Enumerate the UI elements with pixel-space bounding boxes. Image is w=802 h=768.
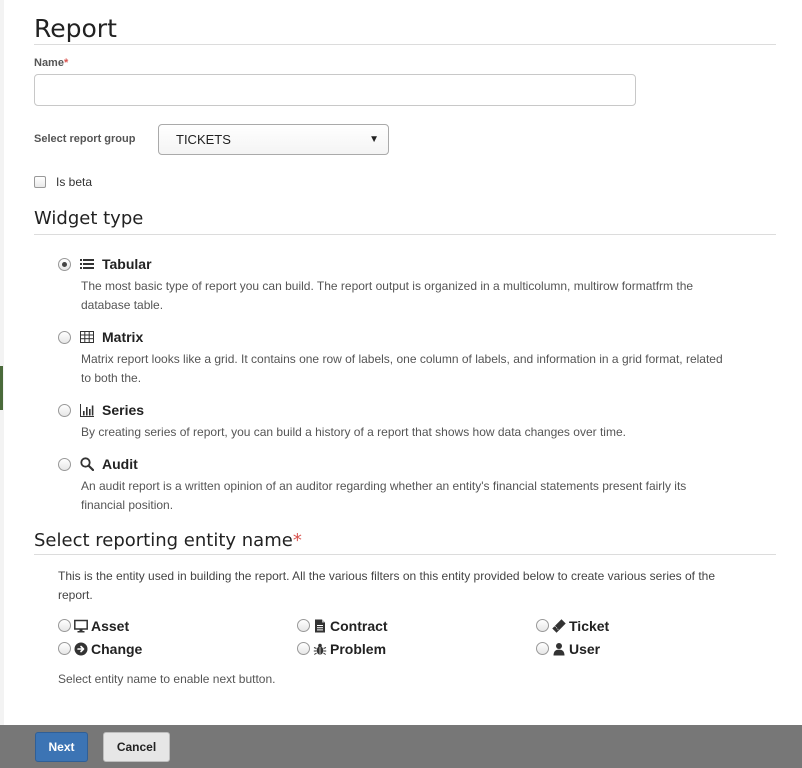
- is-beta-checkbox[interactable]: [34, 176, 46, 188]
- entity-radio-ticket[interactable]: [536, 619, 549, 632]
- widget-label-tabular: Tabular: [102, 256, 152, 272]
- widget-radio-series[interactable]: [58, 403, 71, 417]
- entity-label-problem: Problem: [330, 640, 387, 657]
- widget-label-matrix: Matrix: [102, 329, 144, 345]
- entity-radio-contract[interactable]: [297, 619, 310, 632]
- entity-radio-user[interactable]: [536, 642, 549, 655]
- widget-option-tabular: Tabular The most basic type of report yo…: [58, 254, 776, 315]
- entity-option-contract[interactable]: Contract: [297, 616, 536, 635]
- report-form: Report Name* Select report group TICKETS…: [34, 0, 776, 686]
- widget-type-divider: [34, 234, 776, 235]
- widget-radio-matrix[interactable]: [58, 330, 71, 344]
- is-beta-row: Is beta: [34, 175, 776, 189]
- widget-label-series: Series: [102, 402, 145, 418]
- report-group-row: Select report group TICKETS ▼: [34, 124, 776, 155]
- widget-radio-tabular[interactable]: [58, 257, 71, 271]
- chevron-down-icon: ▼: [369, 134, 379, 145]
- widget-desc-series: By creating series of report, you can bu…: [81, 425, 626, 439]
- left-edge-marker: [0, 366, 3, 410]
- widget-desc-audit: An audit report is a written opinion of …: [81, 479, 687, 512]
- entity-radio-asset[interactable]: [58, 619, 71, 632]
- widget-option-audit: Audit An audit report is a written opini…: [58, 454, 776, 515]
- entity-label-asset: Asset: [91, 617, 130, 634]
- is-beta-label: Is beta: [56, 175, 93, 189]
- entity-option-asset[interactable]: Asset: [58, 616, 297, 635]
- entity-radio-change[interactable]: [58, 642, 71, 655]
- widget-type-options: Tabular The most basic type of report yo…: [58, 254, 776, 515]
- search-icon: [80, 457, 94, 471]
- entity-label-change: Change: [91, 640, 143, 657]
- entity-heading: Select reporting entity name*: [34, 529, 776, 553]
- entity-option-problem[interactable]: Problem: [297, 639, 536, 658]
- next-button[interactable]: Next: [35, 732, 88, 762]
- bar-chart-icon: [80, 404, 94, 417]
- name-label-text: Name: [34, 57, 64, 69]
- entity-divider: [34, 554, 776, 555]
- entity-option-ticket[interactable]: Ticket: [536, 616, 736, 635]
- ticket-icon: [552, 618, 566, 633]
- bug-icon: [313, 643, 327, 655]
- entity-heading-text: Select reporting entity name: [34, 530, 293, 551]
- name-required-mark: *: [63, 57, 69, 69]
- name-input[interactable]: [34, 74, 636, 106]
- widget-radio-audit[interactable]: [58, 457, 71, 471]
- entity-label-user: User: [569, 640, 601, 657]
- widget-desc-tabular: The most basic type of report you can bu…: [81, 279, 694, 312]
- entity-label-ticket: Ticket: [569, 617, 610, 634]
- arrow-circle-icon: [74, 642, 88, 655]
- page-title: Report: [34, 14, 117, 43]
- entity-radio-problem[interactable]: [297, 642, 310, 655]
- table-grid-icon: [80, 331, 94, 343]
- title-divider: [34, 44, 776, 45]
- cancel-button[interactable]: Cancel: [103, 732, 170, 762]
- document-icon: [315, 619, 325, 632]
- widget-desc-matrix: Matrix report looks like a grid. It cont…: [81, 352, 723, 385]
- entity-option-user[interactable]: User: [536, 639, 736, 658]
- widget-option-series: Series By creating series of report, you…: [58, 400, 776, 442]
- entity-options: Asset Contract Ticket Change Problem Use…: [58, 616, 776, 658]
- report-group-label: Select report group: [34, 133, 136, 145]
- form-footer: Next Cancel: [0, 725, 802, 768]
- entity-hint: Select entity name to enable next button…: [58, 672, 276, 686]
- report-group-value: TICKETS: [176, 132, 231, 147]
- entity-description: This is the entity used in building the …: [58, 569, 716, 602]
- widget-type-heading: Widget type: [34, 208, 144, 229]
- name-label: Name*: [34, 57, 776, 69]
- monitor-icon: [74, 619, 88, 632]
- report-group-select[interactable]: TICKETS ▼: [158, 124, 389, 155]
- widget-label-audit: Audit: [102, 456, 138, 472]
- list-icon: [80, 259, 94, 269]
- widget-option-matrix: Matrix Matrix report looks like a grid. …: [58, 327, 776, 388]
- entity-label-contract: Contract: [330, 617, 388, 634]
- entity-required-mark: *: [292, 530, 302, 551]
- user-icon: [553, 642, 565, 655]
- entity-option-change[interactable]: Change: [58, 639, 297, 658]
